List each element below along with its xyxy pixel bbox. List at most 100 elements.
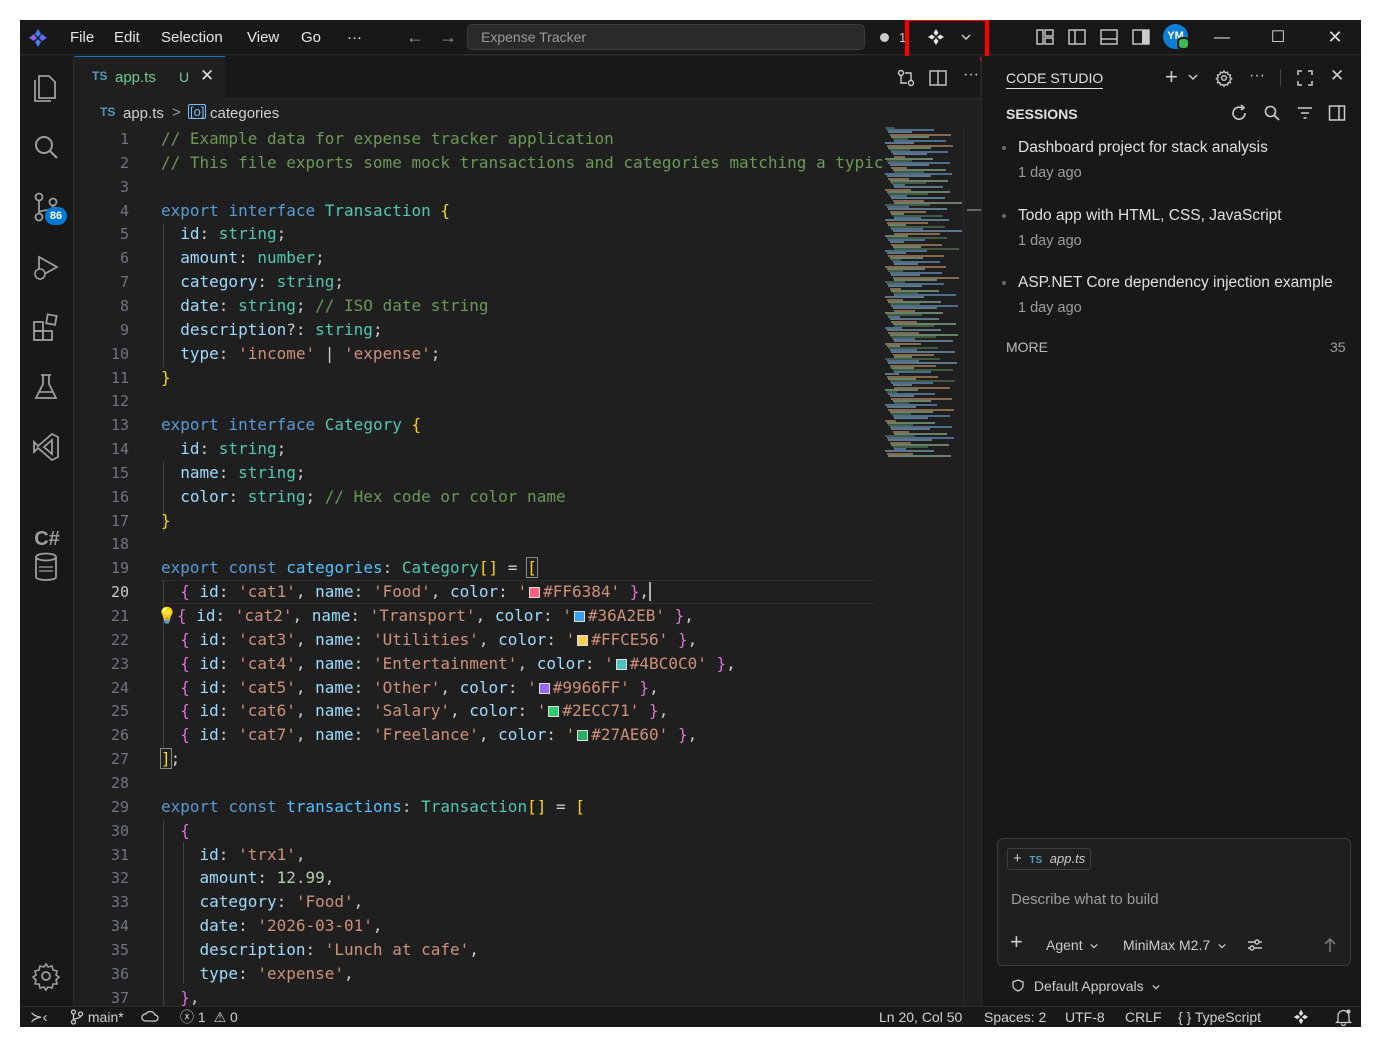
close-panel-icon[interactable]: ✕ xyxy=(1330,66,1344,86)
toggle-secondary-sidebar-icon[interactable] xyxy=(1131,27,1151,47)
code-line[interactable]: 35 description: 'Lunch at cafe', xyxy=(75,938,935,962)
menu-selection[interactable]: Selection xyxy=(161,20,223,55)
tools-sliders-icon[interactable] xyxy=(1246,936,1264,954)
chat-add-icon[interactable]: + xyxy=(1010,929,1023,955)
code-line[interactable]: 26 { id: 'cat7', name: 'Freelance', colo… xyxy=(75,723,935,747)
avatar[interactable]: YM xyxy=(1163,24,1190,50)
code-line[interactable]: 2 // This file exports some mock transact… xyxy=(75,151,935,175)
forward-arrow-icon[interactable]: → xyxy=(439,20,457,55)
menu-go[interactable]: Go xyxy=(301,20,321,55)
code-line[interactable]: 5 id: string; xyxy=(75,222,935,246)
code-line[interactable]: 28 xyxy=(75,771,935,795)
code-line[interactable]: 17} xyxy=(75,509,935,533)
code-line[interactable]: 1 // Example data for expense tracker app… xyxy=(75,127,935,151)
model-dropdown[interactable]: MiniMax M2.7 xyxy=(1123,937,1227,953)
breadcrumb-file[interactable]: app.ts xyxy=(123,105,164,122)
minimize-button[interactable]: — xyxy=(1193,20,1251,55)
tab-close-icon[interactable]: ✕ xyxy=(200,66,214,86)
breadcrumb-symbol[interactable]: categories xyxy=(210,105,279,122)
add-context-plus-icon[interactable]: + xyxy=(1013,850,1022,867)
indentation[interactable]: Spaces: 2 xyxy=(984,1007,1046,1027)
code-line[interactable]: 9 description?: string; xyxy=(75,318,935,342)
notifications-bell-icon[interactable] xyxy=(1335,1008,1352,1026)
panel-settings-gear-icon[interactable] xyxy=(1214,68,1234,88)
cursor-position[interactable]: Ln 20, Col 50 xyxy=(879,1007,962,1027)
panel-title[interactable]: CODE STUDIO xyxy=(1006,70,1104,89)
toggle-sidebar-layout-icon[interactable] xyxy=(1328,104,1346,122)
code-line[interactable]: 30 { xyxy=(75,819,935,843)
code-line[interactable]: 24 { id: 'cat5', name: 'Other', color: '… xyxy=(75,676,935,700)
split-editor-icon[interactable] xyxy=(928,68,948,88)
language-mode[interactable]: { } TypeScript xyxy=(1178,1007,1261,1027)
attached-file-chip[interactable]: + TS app.ts xyxy=(1007,848,1092,870)
code-line[interactable]: 13 export interface Category { xyxy=(75,413,935,437)
code-line[interactable]: 7 category: string; xyxy=(75,270,935,294)
minimap[interactable] xyxy=(883,127,963,457)
approvals-dropdown[interactable]: Default Approvals xyxy=(1012,978,1161,994)
code-line[interactable]: 6 amount: number; xyxy=(75,246,935,270)
code-line[interactable]: 18 xyxy=(75,532,935,556)
code-line[interactable]: 4 export interface Transaction { xyxy=(75,199,935,223)
code-line[interactable]: 32 amount: 12.99, xyxy=(75,866,935,890)
menu-more[interactable]: ··· xyxy=(347,20,362,55)
menu-file[interactable]: File xyxy=(70,20,94,55)
close-window-button[interactable]: ✕ xyxy=(1306,20,1361,55)
code-line[interactable]: 36 type: 'expense', xyxy=(75,962,935,986)
code-line[interactable]: 25 { id: 'cat6', name: 'Salary', color: … xyxy=(75,699,935,723)
editor-more-actions-icon[interactable]: ··· xyxy=(963,66,979,84)
code-line[interactable]: 20 { id: 'cat1', name: 'Food', color: ' #… xyxy=(75,580,935,604)
testing-flask-icon[interactable] xyxy=(29,370,63,404)
settings-gear-icon[interactable] xyxy=(29,959,63,993)
code-line[interactable]: 12 xyxy=(75,389,935,413)
code-editor[interactable]: 1 // Example data for expense tracker app… xyxy=(75,127,980,1009)
command-center-search[interactable]: Expense Tracker xyxy=(467,24,865,50)
branch-indicator[interactable]: main* xyxy=(70,1007,124,1027)
code-line[interactable]: 23 { id: 'cat4', name: 'Entertainment', … xyxy=(75,652,935,676)
extensions-icon[interactable] xyxy=(29,310,63,344)
code-line[interactable]: 15 name: string; xyxy=(75,461,935,485)
chat-input[interactable]: Describe what to build xyxy=(1011,891,1159,908)
menu-edit[interactable]: Edit xyxy=(114,20,140,55)
remote-indicator-icon[interactable]: ≻‹ xyxy=(30,1007,48,1027)
open-changes-icon[interactable] xyxy=(896,68,916,88)
sql-database-icon[interactable] xyxy=(29,550,63,584)
code-line[interactable]: 14 id: string; xyxy=(75,437,935,461)
customize-layout-icon[interactable] xyxy=(1035,27,1055,47)
toggle-panel-icon[interactable] xyxy=(1099,27,1119,47)
new-session-plus-icon[interactable]: + xyxy=(1165,64,1178,90)
panel-more-actions-icon[interactable]: ··· xyxy=(1249,67,1265,85)
tab-app-ts[interactable]: TS app.ts U ✕ xyxy=(75,56,225,99)
visual-studio-icon[interactable] xyxy=(29,430,63,464)
encoding[interactable]: UTF-8 xyxy=(1065,1007,1105,1027)
toggle-primary-sidebar-icon[interactable] xyxy=(1067,27,1087,47)
code-line[interactable]: 22 { id: 'cat3', name: 'Utilities', colo… xyxy=(75,628,935,652)
back-arrow-icon[interactable]: ← xyxy=(406,20,424,55)
new-session-chevron-down-icon[interactable] xyxy=(1187,72,1199,82)
code-line[interactable]: 31 id: 'trx1', xyxy=(75,843,935,867)
menu-view[interactable]: View xyxy=(247,20,279,55)
maximize-panel-icon[interactable] xyxy=(1296,69,1314,87)
editor-scrollbar[interactable] xyxy=(963,127,981,1006)
send-arrow-up-icon[interactable] xyxy=(1321,936,1339,954)
line-ending[interactable]: CRLF xyxy=(1125,1007,1162,1027)
run-debug-icon[interactable] xyxy=(29,250,63,284)
code-line[interactable]: 33 category: 'Food', xyxy=(75,890,935,914)
maximize-button[interactable]: ☐ xyxy=(1249,20,1307,55)
filter-icon[interactable] xyxy=(1296,104,1314,122)
code-line[interactable]: 11} xyxy=(75,366,935,390)
copilot-status-icon[interactable] xyxy=(1292,1008,1310,1026)
search-sessions-icon[interactable] xyxy=(1263,104,1281,122)
refresh-icon[interactable] xyxy=(1230,104,1248,122)
code-line[interactable]: 29 export const transactions: Transaction… xyxy=(75,795,935,819)
code-line[interactable]: 3 xyxy=(75,175,935,199)
search-icon[interactable] xyxy=(29,130,63,164)
code-line[interactable]: 27]; xyxy=(75,747,935,771)
code-line[interactable]: 34 date: '2026-03-01', xyxy=(75,914,935,938)
problems-indicator[interactable]: ⓧ 1 ⚠ 0 xyxy=(180,1007,238,1027)
agent-mode-dropdown[interactable]: Agent xyxy=(1046,937,1099,953)
code-line[interactable]: 21 💡{ id: 'cat2', name: 'Transport', colo… xyxy=(75,604,935,628)
sync-cloud-icon[interactable] xyxy=(141,1009,159,1025)
code-line[interactable]: 16 color: string; // Hex code or color n… xyxy=(75,485,935,509)
code-line[interactable]: 8 date: string; // ISO date string xyxy=(75,294,935,318)
explorer-icon[interactable] xyxy=(29,70,63,104)
